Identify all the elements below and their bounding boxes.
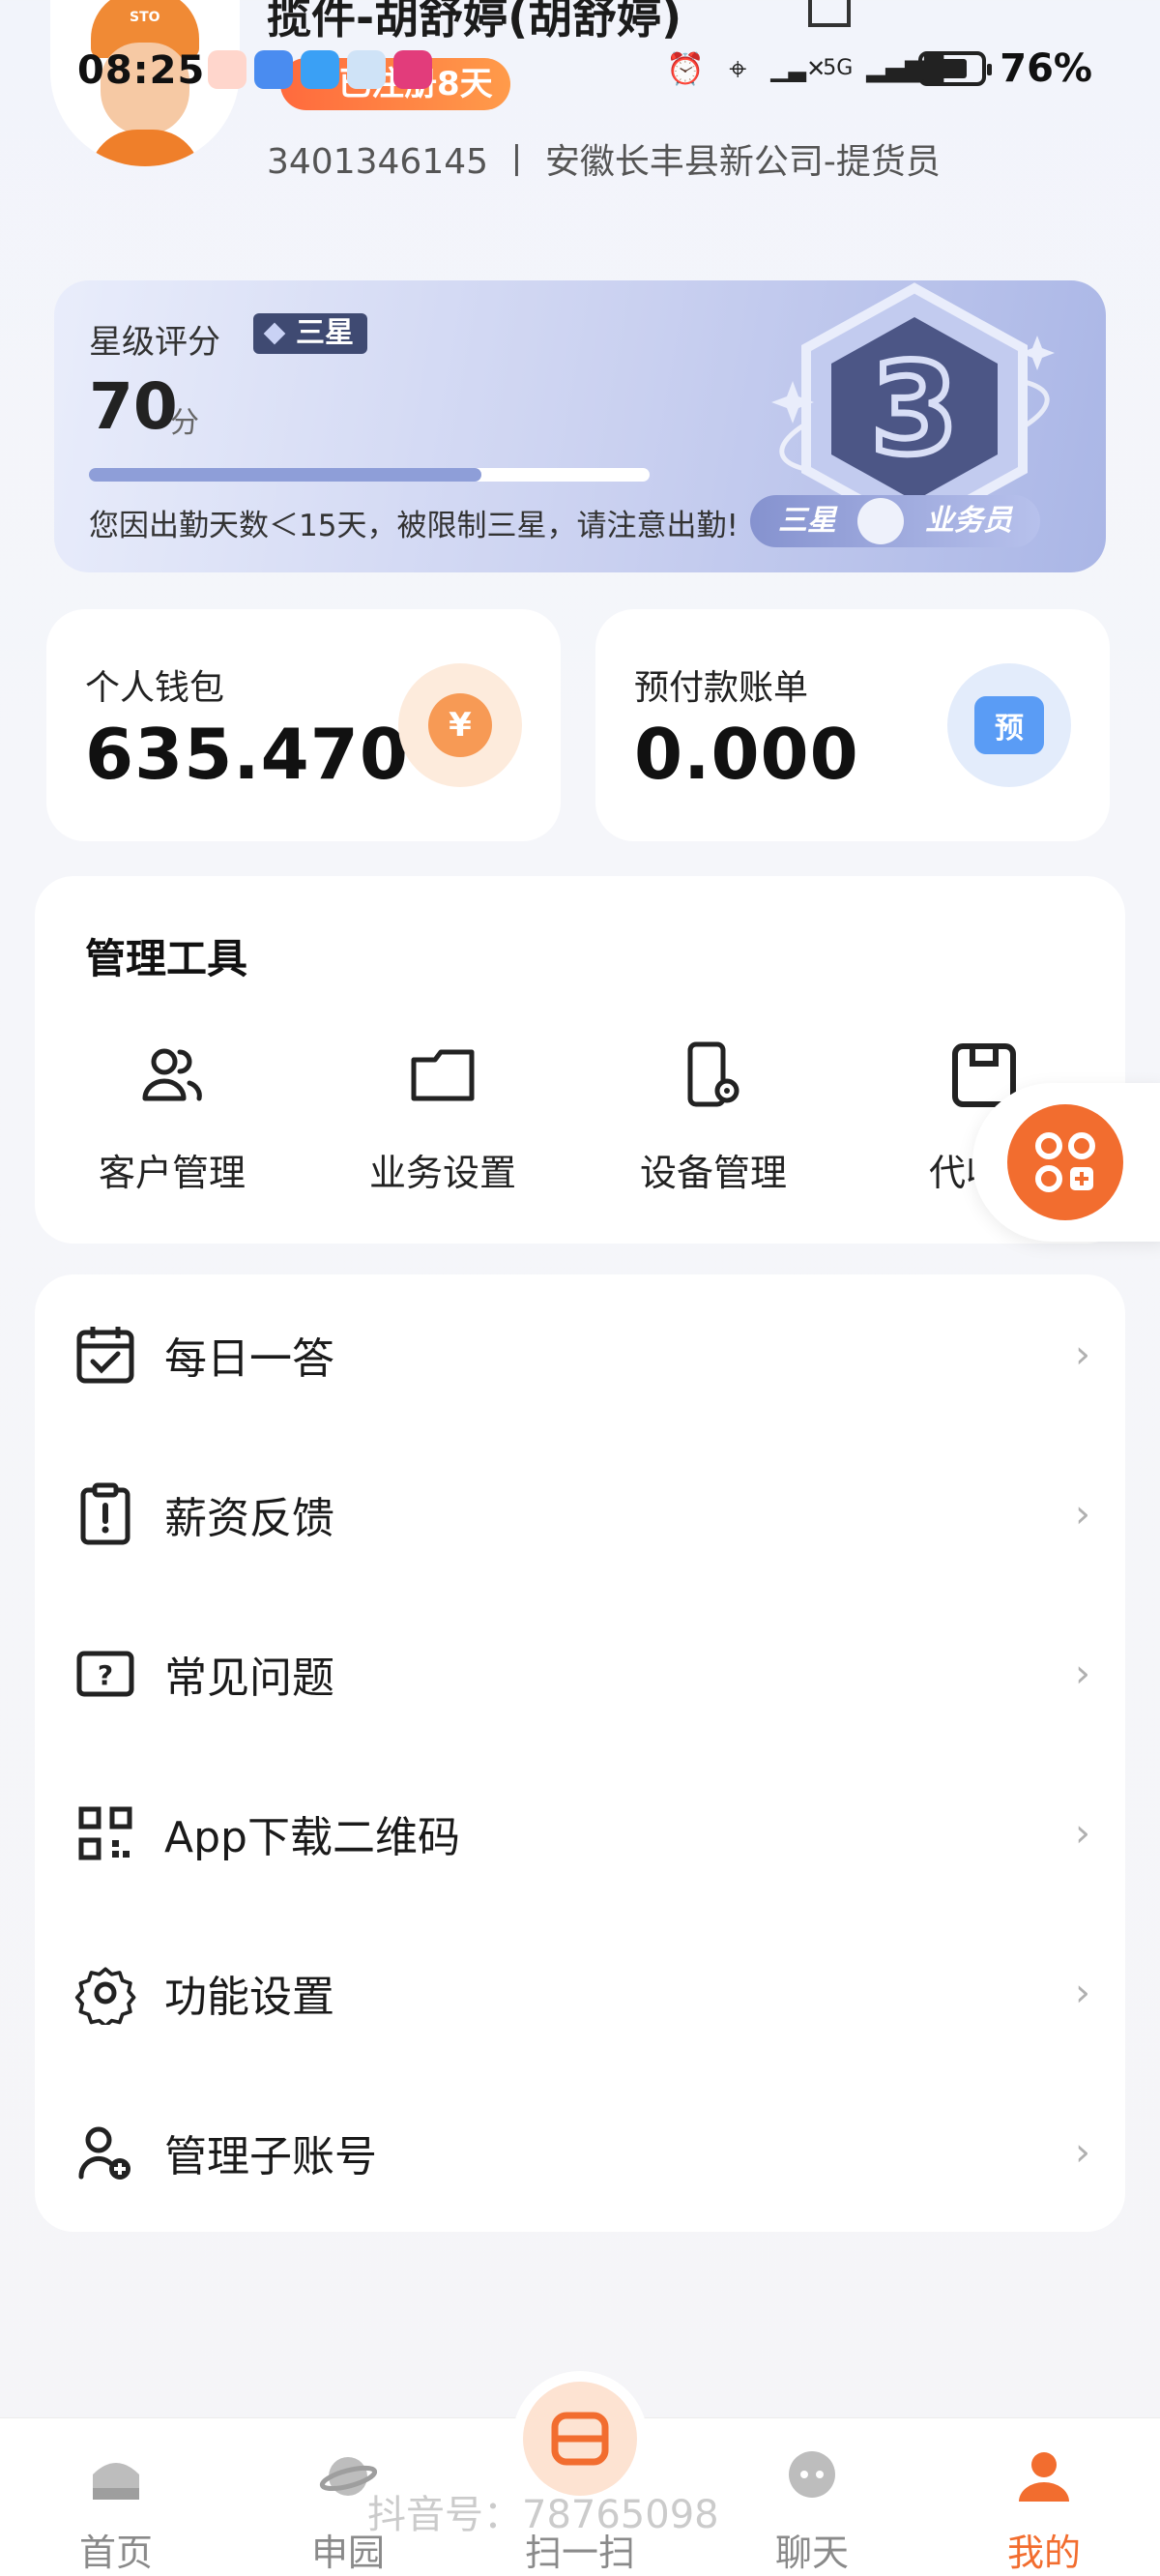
nav-label: 聊天	[774, 2532, 849, 2574]
menu-item-label: 薪资反馈	[164, 1493, 334, 1543]
rank-badge-level: 三星	[778, 504, 836, 538]
battery-percent: 76%	[1000, 46, 1092, 91]
tool-customer-management[interactable]: 客户管理	[75, 1039, 269, 1196]
rating-progress-bar	[89, 468, 650, 482]
nav-home[interactable]: 首页	[19, 2418, 213, 2576]
signal-icon: ▂▄▆█	[866, 54, 944, 83]
nav-label: 我的	[1006, 2532, 1081, 2574]
rating-unit: 分	[170, 406, 199, 440]
personal-wallet-label: 个人钱包	[85, 668, 225, 708]
customers-icon	[142, 1048, 202, 1101]
alarm-icon: ⏰	[666, 50, 706, 87]
avatar-cap-text: STO	[130, 10, 160, 25]
menu-item-daily-quiz[interactable]: 每日一答 ›	[35, 1274, 1125, 1434]
yuan-icon-glyph: ¥	[428, 693, 492, 757]
prepaid-icon-glyph: 预	[974, 696, 1044, 754]
menu-item-label: 每日一答	[164, 1333, 334, 1384]
menu-item-label: 常见问题	[164, 1653, 334, 1703]
yuan-icon: ¥	[398, 663, 522, 787]
nav-chat[interactable]: 聊天	[715, 2418, 909, 2576]
management-tools-title: 管理工具	[85, 935, 248, 982]
calendar-check-icon	[76, 1326, 134, 1383]
qr-code-icon	[78, 1806, 132, 1859]
profile-icon	[1019, 2452, 1069, 2502]
personal-wallet-value: 635.470	[85, 714, 409, 795]
profile-name: 揽件-胡舒婷(胡舒婷)	[267, 0, 682, 44]
profile-subtitle: 3401346145 丨 安徽长丰县新公司-提货员	[267, 142, 941, 182]
prepaid-bill-label: 预付款账单	[634, 668, 809, 708]
chevron-right-icon: ›	[1075, 1810, 1090, 1856]
gear-icon	[74, 1966, 136, 2025]
tool-business-settings[interactable]: 业务设置	[346, 1039, 539, 1196]
rank-badge-label: 三星 业务员	[750, 495, 1040, 547]
prepaid-icon: 预	[947, 663, 1071, 787]
book-icon	[301, 50, 339, 89]
menu-item-label: App下载二维码	[164, 1812, 460, 1862]
tool-label: 设备管理	[639, 1152, 787, 1194]
chevron-right-icon: ›	[1075, 2129, 1090, 2175]
menu-item-salary-feedback[interactable]: 薪资反馈 ›	[35, 1434, 1125, 1594]
avatar-body	[89, 130, 201, 166]
status-notification-icons	[208, 50, 432, 89]
nav-label: 首页	[78, 2532, 153, 2574]
rating-note: 您因出勤天数＜15天，被限制三星，请注意出勤!	[89, 509, 739, 543]
question-icon: ?	[76, 1651, 134, 1696]
menu-item-app-qr[interactable]: App下载二维码 ›	[35, 1753, 1125, 1913]
home-icon	[93, 2463, 139, 2500]
chevron-right-icon: ›	[1075, 1491, 1090, 1537]
device-settings-icon	[687, 1041, 740, 1107]
star-rating-card[interactable]: 星级评分 三星 70 分 您因出勤天数＜15天，被限制三星，请注意出勤! 3 三…	[54, 280, 1106, 572]
clipboard-alert-icon	[80, 1482, 130, 1544]
scan-icon	[523, 2382, 637, 2496]
svg-text:?: ?	[98, 1659, 113, 1691]
location-icon: ⌖	[729, 50, 747, 87]
rating-level-tag: 三星	[253, 313, 367, 354]
chevron-right-icon: ›	[1075, 1651, 1090, 1696]
rank-badge-role: 业务员	[925, 504, 1012, 538]
status-time: 08:25	[77, 48, 206, 93]
menu-list: 每日一答 › 薪资反馈 › ? 常见问题 › App下载二维码 › 功能设置 ›…	[35, 1274, 1125, 2232]
status-right: ⏰ ⌖ ▁▃✕ 5G ▂▄▆█ 76%	[666, 46, 1092, 91]
chat-icon	[789, 2451, 835, 2498]
rank-badge-number: 3	[871, 336, 958, 483]
shopping-app-icon	[393, 50, 432, 89]
management-tools-card: 管理工具 客户管理 业务设置 设备管理 代收管	[35, 876, 1125, 1244]
tool-label: 客户管理	[98, 1152, 246, 1194]
personal-wallet-card[interactable]: 个人钱包 635.470 ¥	[46, 609, 561, 841]
menu-item-function-settings[interactable]: 功能设置 ›	[35, 1913, 1125, 2072]
signal-off-icon: ▁▃✕	[770, 55, 826, 82]
add-user-icon	[78, 2126, 130, 2180]
network-5g-icon: 5G	[823, 56, 854, 80]
rating-score: 70	[89, 369, 178, 444]
chevron-right-icon: ›	[1075, 1970, 1090, 2015]
nav-mine[interactable]: 我的	[947, 2418, 1141, 2576]
folder-icon	[411, 1049, 475, 1101]
menu-item-label: 功能设置	[164, 1972, 334, 2022]
tool-device-management[interactable]: 设备管理	[617, 1039, 810, 1196]
rating-title: 星级评分	[89, 323, 220, 362]
chevron-right-icon: ›	[1075, 1332, 1090, 1377]
user-icon	[857, 498, 904, 544]
tool-label: 业务设置	[368, 1152, 516, 1194]
app-notification-icon	[254, 50, 293, 89]
prepaid-bill-card[interactable]: 预付款账单 0.000 预	[595, 609, 1110, 841]
menu-item-label: 管理子账号	[164, 2131, 377, 2181]
apps-grid-icon	[1007, 1104, 1123, 1220]
rating-progress-fill	[89, 468, 481, 482]
battery-icon	[918, 51, 993, 86]
prepaid-bill-value: 0.000	[634, 714, 859, 795]
floating-apps-button[interactable]	[972, 1083, 1160, 1242]
qr-code-icon[interactable]	[808, 0, 851, 27]
mobile-carrier-icon	[347, 50, 386, 89]
watermark: 抖音号：78765098	[367, 2493, 719, 2537]
menu-item-faq[interactable]: ? 常见问题 ›	[35, 1594, 1125, 1753]
menu-item-sub-accounts[interactable]: 管理子账号 ›	[35, 2072, 1125, 2232]
weibo-icon	[208, 50, 246, 89]
